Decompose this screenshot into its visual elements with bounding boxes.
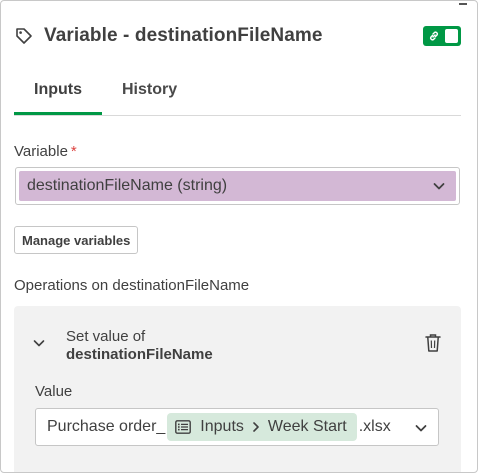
chevron-down-icon[interactable]	[414, 421, 428, 435]
value-prefix-text: Purchase order_	[47, 418, 166, 435]
list-icon	[175, 420, 192, 434]
operation-title-variable: destinationFileName	[66, 346, 213, 363]
tab-inputs[interactable]: Inputs	[14, 75, 102, 115]
link-toggle[interactable]	[423, 26, 461, 46]
operations-label: Operations on destinationFileName	[14, 277, 250, 294]
tab-bar: Inputs History	[14, 75, 461, 116]
value-suffix-text: .xlsx	[358, 418, 391, 435]
operation-title-prefix: Set value of	[66, 328, 146, 345]
variable-select-value: destinationFileName (string)	[27, 177, 228, 194]
panel-header: Variable - destinationFileName	[14, 21, 461, 51]
variable-field-label: Variable *	[14, 143, 77, 160]
panel-title: Variable - destinationFileName	[44, 25, 323, 46]
operation-card: Set value of destinationFileName Value P…	[14, 306, 461, 472]
tag-icon	[14, 26, 34, 46]
input-reference-chip[interactable]: Inputs Week Start	[167, 413, 357, 441]
variable-select-value-box: destinationFileName (string)	[19, 171, 456, 201]
link-icon	[428, 30, 440, 42]
toggle-knob	[445, 29, 458, 43]
value-input[interactable]: Purchase order_ Inputs Week Start .xlsx	[35, 408, 439, 446]
collapse-chevron-icon[interactable]	[32, 336, 46, 350]
value-label: Value	[35, 383, 73, 400]
chevron-right-icon	[252, 421, 260, 433]
tab-history[interactable]: History	[102, 75, 197, 108]
chevron-down-icon	[432, 179, 446, 193]
trash-icon[interactable]	[425, 333, 441, 353]
variable-label-text: Variable	[14, 143, 68, 160]
manage-variables-button[interactable]: Manage variables	[14, 226, 139, 254]
operation-title: Set value of destinationFileName	[66, 328, 213, 364]
chip-source-label: Inputs	[200, 418, 244, 435]
required-marker: *	[70, 143, 77, 160]
panel-minimize-handle[interactable]	[459, 3, 467, 5]
variable-select[interactable]: destinationFileName (string)	[15, 167, 460, 205]
variable-block-panel: Variable - destinationFileName Inputs Hi…	[0, 0, 478, 473]
chip-field-label: Week Start	[267, 418, 347, 435]
